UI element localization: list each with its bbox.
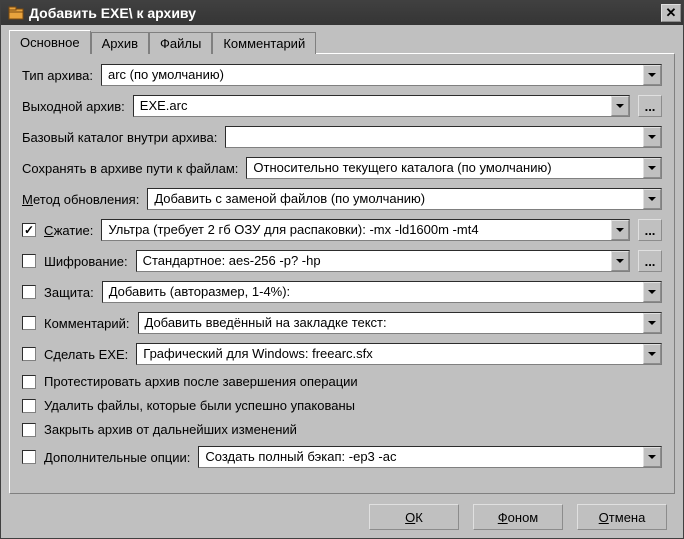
compression-combo[interactable]: Ультра (требует 2 гб ОЗУ для распаковки)… [101,219,630,241]
base-catalog-combo[interactable] [225,126,662,148]
output-archive-combo[interactable]: EXE.arc [133,95,630,117]
base-catalog-value [226,127,643,147]
save-paths-label: Сохранять в архиве пути к файлам: [22,161,238,176]
make-exe-checkbox[interactable] [22,347,36,361]
dropdown-icon[interactable] [643,127,661,147]
test-label: Протестировать архив после завершения оп… [44,374,358,389]
tab-files[interactable]: Файлы [149,32,212,54]
delete-label: Удалить файлы, которые были успешно упак… [44,398,355,413]
comment-label: Комментарий: [44,316,130,331]
protection-combo[interactable]: Добавить (авторазмер, 1-4%): [102,281,662,303]
titlebar: Добавить EXE\ к архиву ✕ [1,1,683,25]
tabpage-main: Тип архива: arc (по умолчанию) Выходной … [9,53,675,494]
window-title: Добавить EXE\ к архиву [29,5,661,21]
dropdown-icon[interactable] [611,251,629,271]
save-paths-value: Относительно текущего каталога (по умолч… [247,158,643,178]
browse-output-button[interactable]: ... [638,95,662,117]
tab-main[interactable]: Основное [9,30,91,54]
encryption-settings-button[interactable]: ... [638,250,662,272]
comment-value: Добавить введённый на закладке текст: [139,313,644,333]
dialog-window: Добавить EXE\ к архиву ✕ Основное Архив … [0,0,684,539]
dropdown-icon[interactable] [643,158,661,178]
make-exe-combo[interactable]: Графический для Windows: freearc.sfx [136,343,662,365]
encryption-combo[interactable]: Стандартное: aes-256 -p? -hp [136,250,630,272]
update-method-label: Метод обновления: [22,192,139,207]
extra-options-combo[interactable]: Создать полный бэкап: -ep3 -ac [198,446,662,468]
dropdown-icon[interactable] [643,313,661,333]
extra-options-checkbox[interactable] [22,450,36,464]
compression-settings-button[interactable]: ... [638,219,662,241]
close-button[interactable]: ✕ [661,4,681,22]
comment-combo[interactable]: Добавить введённый на закладке текст: [138,312,663,334]
update-method-value: Добавить с заменой файлов (по умолчанию) [148,189,643,209]
tab-comment[interactable]: Комментарий [212,32,316,54]
protection-value: Добавить (авторазмер, 1-4%): [103,282,643,302]
dropdown-icon[interactable] [643,189,661,209]
dropdown-icon[interactable] [643,65,661,85]
compression-value: Ультра (требует 2 гб ОЗУ для распаковки)… [102,220,611,240]
archive-type-value: arc (по умолчанию) [102,65,643,85]
lock-label: Закрыть архив от дальнейших изменений [44,422,297,437]
tabset: Основное Архив Файлы Комментарий Тип арх… [9,29,675,494]
delete-checkbox[interactable] [22,399,36,413]
dropdown-icon[interactable] [643,344,661,364]
client-area: Основное Архив Файлы Комментарий Тип арх… [1,25,683,538]
tab-archive[interactable]: Архив [91,32,149,54]
output-archive-label: Выходной архив: [22,99,125,114]
lock-checkbox[interactable] [22,423,36,437]
dropdown-icon[interactable] [611,220,629,240]
dropdown-icon[interactable] [611,96,629,116]
save-paths-combo[interactable]: Относительно текущего каталога (по умолч… [246,157,662,179]
encryption-value: Стандартное: aes-256 -p? -hp [137,251,611,271]
compression-checkbox[interactable] [22,223,36,237]
button-row: ОК Фоном Отмена [9,494,675,530]
archive-type-combo[interactable]: arc (по умолчанию) [101,64,662,86]
archive-type-label: Тип архива: [22,68,93,83]
base-catalog-label: Базовый каталог внутри архива: [22,130,217,145]
output-archive-value: EXE.arc [134,96,611,116]
protection-checkbox[interactable] [22,285,36,299]
compression-label: Сжатие: [44,223,93,238]
dropdown-icon[interactable] [643,282,661,302]
comment-checkbox[interactable] [22,316,36,330]
cancel-button[interactable]: Отмена [577,504,667,530]
make-exe-value: Графический для Windows: freearc.sfx [137,344,643,364]
encryption-checkbox[interactable] [22,254,36,268]
test-checkbox[interactable] [22,375,36,389]
app-icon [7,4,25,22]
tabs: Основное Архив Файлы Комментарий [9,30,675,54]
extra-options-label: Дополнительные опции: [44,450,190,465]
extra-options-value: Создать полный бэкап: -ep3 -ac [199,447,643,467]
background-button[interactable]: Фоном [473,504,563,530]
encryption-label: Шифрование: [44,254,128,269]
ok-button[interactable]: ОК [369,504,459,530]
make-exe-label: Сделать EXE: [44,347,128,362]
dropdown-icon[interactable] [643,447,661,467]
update-method-combo[interactable]: Добавить с заменой файлов (по умолчанию) [147,188,662,210]
protection-label: Защита: [44,285,94,300]
